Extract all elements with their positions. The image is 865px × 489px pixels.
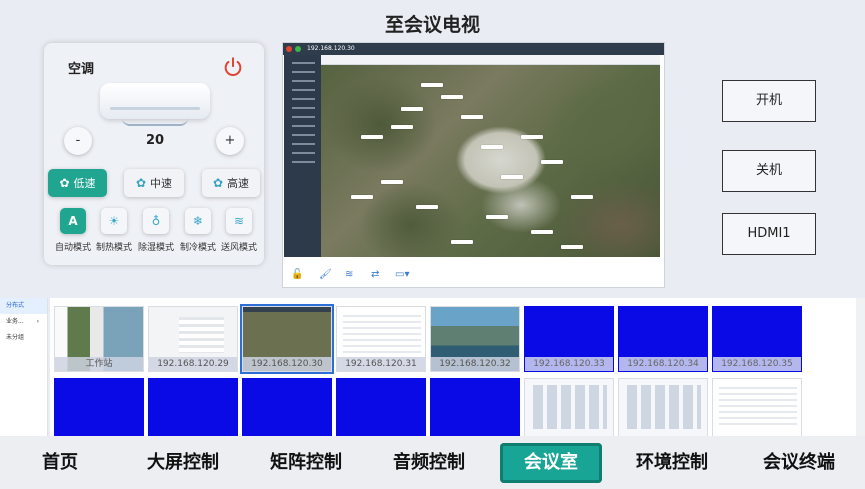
source-thumbnail[interactable]: 192.168.120.31 [336,306,426,372]
source-thumbnail[interactable]: 192.168.120.35 [712,306,802,372]
fan-icon: ✿ [135,176,147,190]
page-title: 至会议电视 [384,14,480,36]
nav-conference-terminal[interactable]: 会议终端 [748,443,850,483]
tree-item-distributed[interactable]: 分布式 [0,298,47,314]
satellite-map [321,65,660,257]
source-thumbnail[interactable] [618,378,708,444]
air-conditioner-illustration [100,83,210,126]
brush-icon[interactable]: 🖌 [319,269,332,280]
fan-icon: ✿ [212,176,224,190]
remote-title-bar: 192.168.120.30 [283,43,664,55]
thumbnail-caption: 192.168.120.33 [525,357,613,371]
speed-medium-label: 中速 [150,177,173,190]
thumbnail-caption: 192.168.120.29 [149,357,237,371]
nav-environment-control[interactable]: 环境控制 [623,443,721,483]
dehumidify-mode-label: 除湿模式 [137,243,174,253]
heat-mode-label: 制热模式 [95,243,132,253]
remote-toolbar [321,55,660,65]
chevron-right-icon: › [36,318,39,325]
source-thumbnail[interactable]: 工作站 [54,306,144,372]
speed-low-label: 低速 [73,177,96,190]
hdmi1-button[interactable]: HDMI1 [722,213,816,255]
power-off-button[interactable]: 关机 [722,150,816,192]
droplet-icon[interactable]: ♁ [143,208,169,234]
group-tree: 分布式 业务... › 未分组 [0,298,48,436]
speed-low-button[interactable]: ✿ 低速 [48,169,107,197]
source-thumbnail[interactable] [712,378,802,444]
auto-mode-label: 自动模式 [54,243,91,253]
source-thumbnail[interactable] [54,378,144,444]
fan-icon: ✿ [59,176,70,190]
nav-home[interactable]: 首页 [18,443,102,483]
thumbnail-caption: 工作站 [55,357,143,371]
strip-scrollbar[interactable] [856,298,865,436]
signal-source-strip: 工作站 192.168.120.29 192.168.120.30 192.16… [50,298,865,444]
tree-item-label: 分布式 [6,302,25,309]
temperature-decrease-button[interactable]: - [64,127,92,155]
nav-meeting-room[interactable]: 会议室 [500,443,602,483]
source-thumbnail[interactable] [242,378,332,444]
remote-sidebar [284,55,321,257]
snowflake-icon[interactable]: ❄ [185,208,211,234]
speed-medium-button[interactable]: ✿ 中速 [124,169,184,197]
cool-mode-label: 制冷模式 [179,243,216,253]
thumbnail-caption: 192.168.120.30 [243,357,331,371]
swap-icon[interactable]: ⇄ [371,269,379,280]
source-thumbnail[interactable] [524,378,614,444]
tree-item-business[interactable]: 业务... › [0,314,47,330]
source-thumbnail[interactable]: 192.168.120.34 [618,306,708,372]
wind-icon[interactable]: ≋ [226,208,252,234]
tree-item-label: 业务... [6,318,24,325]
thumbnail-caption: 192.168.120.34 [619,357,707,371]
thumbnail-caption: 192.168.120.31 [337,357,425,371]
unlock-icon[interactable]: 🔓 [291,269,303,280]
source-thumbnail[interactable] [430,378,520,444]
layers-icon[interactable]: ≋ [345,269,353,280]
remote-address: 192.168.120.30 [307,45,355,52]
power-icon[interactable] [222,56,244,78]
ac-panel: 空调 - 20 + ✿ 低速 ✿ 中速 ✿ 高速 A ☀ ♁ ❄ ≋ 自动模式 … [44,43,264,265]
temperature-value: 20 [145,133,165,148]
source-thumbnail[interactable] [336,378,426,444]
remote-screen-preview[interactable]: 192.168.120.30 🔓 🖌 ≋ ⇄ ▭▾ [282,42,665,288]
source-thumbnail-selected[interactable]: 192.168.120.30 [240,304,334,374]
source-thumbnail[interactable] [148,378,238,444]
tree-item-label: 未分组 [6,334,25,341]
bottom-nav: 首页 大屏控制 矩阵控制 音频控制 会议室 环境控制 会议终端 [0,436,865,489]
thumbnail-caption: 192.168.120.32 [431,357,519,371]
remote-bottom-toolbar: 🔓 🖌 ≋ ⇄ ▭▾ [283,261,664,289]
source-thumbnail[interactable]: 192.168.120.32 [430,306,520,372]
fan-mode-label: 送风模式 [220,243,257,253]
nav-videowall-control[interactable]: 大屏控制 [134,443,232,483]
nav-matrix-control[interactable]: 矩阵控制 [257,443,355,483]
temperature-increase-button[interactable]: + [216,127,244,155]
source-thumbnail[interactable]: 192.168.120.33 [524,306,614,372]
ac-title: 空调 [68,62,95,77]
nav-audio-control[interactable]: 音频控制 [380,443,478,483]
power-on-button[interactable]: 开机 [722,80,816,122]
display-icon[interactable]: ▭▾ [395,269,409,280]
tree-item-ungrouped[interactable]: 未分组 [0,330,47,346]
auto-mode-button[interactable]: A [60,208,86,234]
source-thumbnail[interactable]: 192.168.120.29 [148,306,238,372]
speed-high-button[interactable]: ✿ 高速 [202,169,260,197]
thumbnail-caption: 192.168.120.35 [713,357,801,371]
sun-icon[interactable]: ☀ [101,208,127,234]
speed-high-label: 高速 [227,177,250,190]
